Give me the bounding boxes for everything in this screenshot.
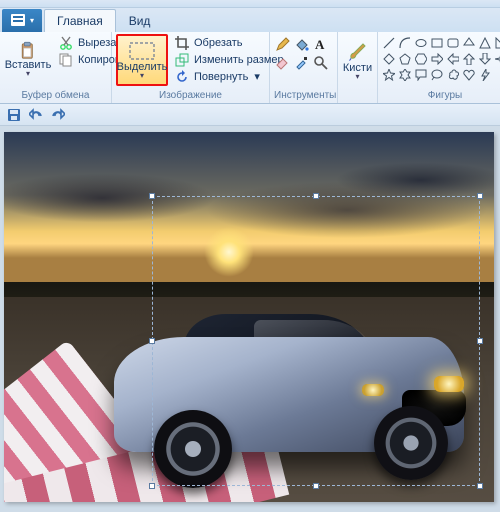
rotate-button[interactable]: Повернуть ▾ xyxy=(172,68,286,85)
window-titlebar xyxy=(0,0,500,8)
eraser-icon[interactable] xyxy=(274,54,290,70)
shape-roundrect-icon[interactable] xyxy=(446,36,460,50)
paste-icon xyxy=(20,43,36,59)
redo-icon[interactable] xyxy=(50,107,66,123)
group-image: Выделить ▾ Обрезать Изменить размер xyxy=(112,32,270,103)
shape-oval-icon[interactable] xyxy=(414,36,428,50)
shape-callout-cloud-icon[interactable] xyxy=(446,68,460,82)
picker-icon[interactable] xyxy=(293,54,309,70)
selection-handle[interactable] xyxy=(477,193,483,199)
resize-button[interactable]: Изменить размер xyxy=(172,51,286,68)
shape-star4-icon[interactable] xyxy=(494,52,500,66)
group-label-image: Изображение xyxy=(116,89,265,103)
shape-hexagon-icon[interactable] xyxy=(414,52,428,66)
canvas[interactable] xyxy=(4,132,494,502)
selection-handle[interactable] xyxy=(149,193,155,199)
rotate-label: Повернуть xyxy=(194,71,248,83)
selection-handle[interactable] xyxy=(149,338,155,344)
shape-arrowU-icon[interactable] xyxy=(462,52,476,66)
undo-icon[interactable] xyxy=(28,107,44,123)
shape-arrowL-icon[interactable] xyxy=(446,52,460,66)
crop-label: Обрезать xyxy=(194,37,243,49)
shape-arrowD-icon[interactable] xyxy=(478,52,492,66)
shapes-gallery[interactable] xyxy=(382,34,500,82)
save-icon[interactable] xyxy=(6,107,22,123)
selection-handle[interactable] xyxy=(313,483,319,489)
crop-button[interactable]: Обрезать xyxy=(172,34,286,51)
file-menu-tab[interactable]: ▾ xyxy=(2,9,42,32)
svg-text:A: A xyxy=(315,37,325,52)
shape-polygon-icon[interactable] xyxy=(462,36,476,50)
quick-access-toolbar xyxy=(0,104,500,126)
shape-lightning-icon[interactable] xyxy=(478,68,492,82)
tab-home[interactable]: Главная xyxy=(44,9,116,32)
shape-rect-icon[interactable] xyxy=(430,36,444,50)
pencil-icon[interactable] xyxy=(274,36,290,52)
brush-icon xyxy=(347,40,369,62)
shape-line-icon[interactable] xyxy=(382,36,396,50)
shape-callout-rect-icon[interactable] xyxy=(414,68,428,82)
chevron-down-icon: ▾ xyxy=(30,16,34,25)
copy-icon xyxy=(58,52,74,68)
shape-curve-icon[interactable] xyxy=(398,36,412,50)
group-brushes: Кисти ▾ xyxy=(338,32,378,103)
selection-handle[interactable] xyxy=(313,193,319,199)
shape-tri-icon[interactable] xyxy=(478,36,492,50)
select-button[interactable]: Выделить ▾ xyxy=(116,34,168,86)
rotate-icon xyxy=(174,69,190,85)
chevron-down-icon: ▾ xyxy=(254,70,260,83)
selection-handle[interactable] xyxy=(477,483,483,489)
group-shapes: Фигуры xyxy=(378,32,500,103)
group-label-shapes: Фигуры xyxy=(382,89,500,103)
group-clipboard: Вставить ▾ Вырезать Копировать Буфер xyxy=(0,32,112,103)
tab-view[interactable]: Вид xyxy=(116,9,164,32)
shape-heart-icon[interactable] xyxy=(462,68,476,82)
shape-arrowR-icon[interactable] xyxy=(430,52,444,66)
crop-icon xyxy=(174,35,190,51)
shape-diamond-icon[interactable] xyxy=(382,52,396,66)
scissors-icon xyxy=(58,35,74,51)
select-icon xyxy=(129,41,155,61)
ribbon: Вставить ▾ Вырезать Копировать Буфер xyxy=(0,32,500,104)
brushes-button[interactable]: Кисти ▾ xyxy=(342,34,373,86)
selection-marquee[interactable] xyxy=(152,196,480,486)
resize-icon xyxy=(174,52,190,68)
chevron-down-icon: ▾ xyxy=(26,69,30,78)
canvas-area xyxy=(0,126,500,512)
group-label-brushes xyxy=(342,89,373,103)
shape-righttri-icon[interactable] xyxy=(494,36,500,50)
paste-button[interactable]: Вставить ▾ xyxy=(4,34,52,86)
shape-star6-icon[interactable] xyxy=(398,68,412,82)
ribbon-tabs: ▾ Главная Вид xyxy=(0,8,500,32)
selection-handle[interactable] xyxy=(149,483,155,489)
shape-callout-oval-icon[interactable] xyxy=(430,68,444,82)
magnifier-icon[interactable] xyxy=(312,54,328,70)
group-tools: A Инструменты xyxy=(270,32,338,103)
chevron-down-icon: ▾ xyxy=(140,71,144,80)
shape-pentagon-icon[interactable] xyxy=(398,52,412,66)
selection-handle[interactable] xyxy=(477,338,483,344)
group-label-clipboard: Буфер обмена xyxy=(4,89,107,103)
file-icon xyxy=(10,12,26,28)
fill-icon[interactable] xyxy=(293,36,309,52)
chevron-down-icon: ▾ xyxy=(355,72,359,81)
group-label-tools: Инструменты xyxy=(274,89,333,103)
shape-star5-icon[interactable] xyxy=(382,68,396,82)
text-icon[interactable]: A xyxy=(312,36,328,52)
